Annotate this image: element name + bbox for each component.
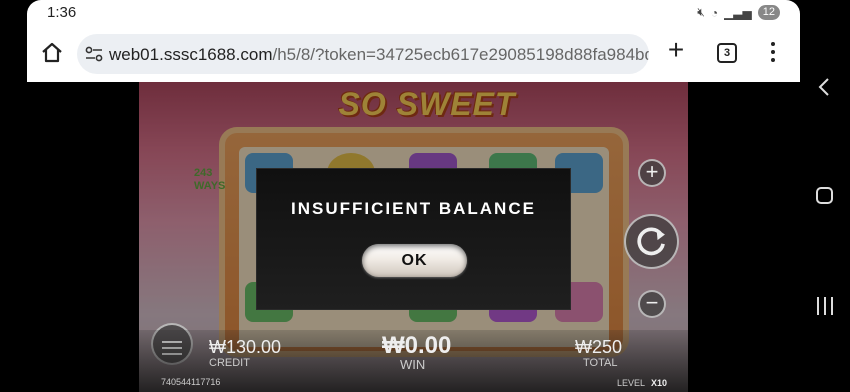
new-tab-icon[interactable]: +: [665, 36, 687, 64]
level-indicator: LEVEL X10: [617, 378, 667, 388]
more-menu-icon[interactable]: [771, 42, 777, 64]
browser-toolbar: web01.sssc1688.com/h5/8/?token=34725ecb6…: [27, 26, 800, 82]
bet-increase-button[interactable]: +: [638, 159, 666, 187]
total-bet-value: ₩250: [575, 337, 623, 357]
signal-icon: ▁▃▅: [724, 5, 752, 20]
ok-button[interactable]: OK: [362, 244, 467, 277]
url-text: web01.sssc1688.com/h5/8/?token=34725ecb6…: [109, 45, 649, 65]
wifi-icon: ◔: [710, 5, 719, 20]
home-icon[interactable]: [41, 41, 63, 63]
site-settings-icon[interactable]: [85, 46, 103, 62]
spin-icon: [637, 227, 665, 256]
back-nav-icon[interactable]: [815, 76, 833, 98]
status-icons: 🔇︎ ◔ ▁▃▅ 12: [697, 5, 780, 20]
url-path: /h5/8/?token=34725ecb617e29085198d88fa98…: [272, 45, 649, 64]
level-label: LEVEL: [617, 378, 646, 388]
url-domain: web01.sssc1688.com: [109, 45, 273, 64]
game-round-id: 740544117716: [161, 377, 221, 387]
credit-label: CREDIT: [209, 357, 250, 369]
dialog-title: INSUFFICIENT BALANCE: [291, 199, 536, 218]
device-screen: 1:36 🔇︎ ◔ ▁▃▅ 12 web01.sssc1688.com/h5/8…: [0, 0, 850, 392]
credit-value: ₩130.00: [209, 337, 282, 357]
home-nav-icon[interactable]: [816, 187, 833, 204]
level-value: X10: [651, 378, 668, 388]
win-label: WIN: [400, 357, 426, 372]
status-bar: 1:36 🔇︎ ◔ ▁▃▅ 12: [27, 0, 800, 26]
recents-nav-icon[interactable]: [817, 297, 833, 315]
bet-decrease-button[interactable]: −: [638, 290, 666, 318]
notification-badge: 12: [757, 5, 780, 20]
insufficient-balance-dialog: INSUFFICIENT BALANCE OK: [256, 168, 571, 310]
total-bet-label: TOTAL: [583, 357, 618, 369]
spin-button[interactable]: [624, 214, 679, 269]
mute-icon: 🔇︎: [697, 5, 705, 19]
address-bar[interactable]: web01.sssc1688.com/h5/8/?token=34725ecb6…: [77, 34, 649, 74]
tabs-icon[interactable]: 3: [717, 43, 737, 63]
clock: 1:36: [47, 4, 77, 21]
win-value: ₩0.00: [382, 332, 452, 359]
